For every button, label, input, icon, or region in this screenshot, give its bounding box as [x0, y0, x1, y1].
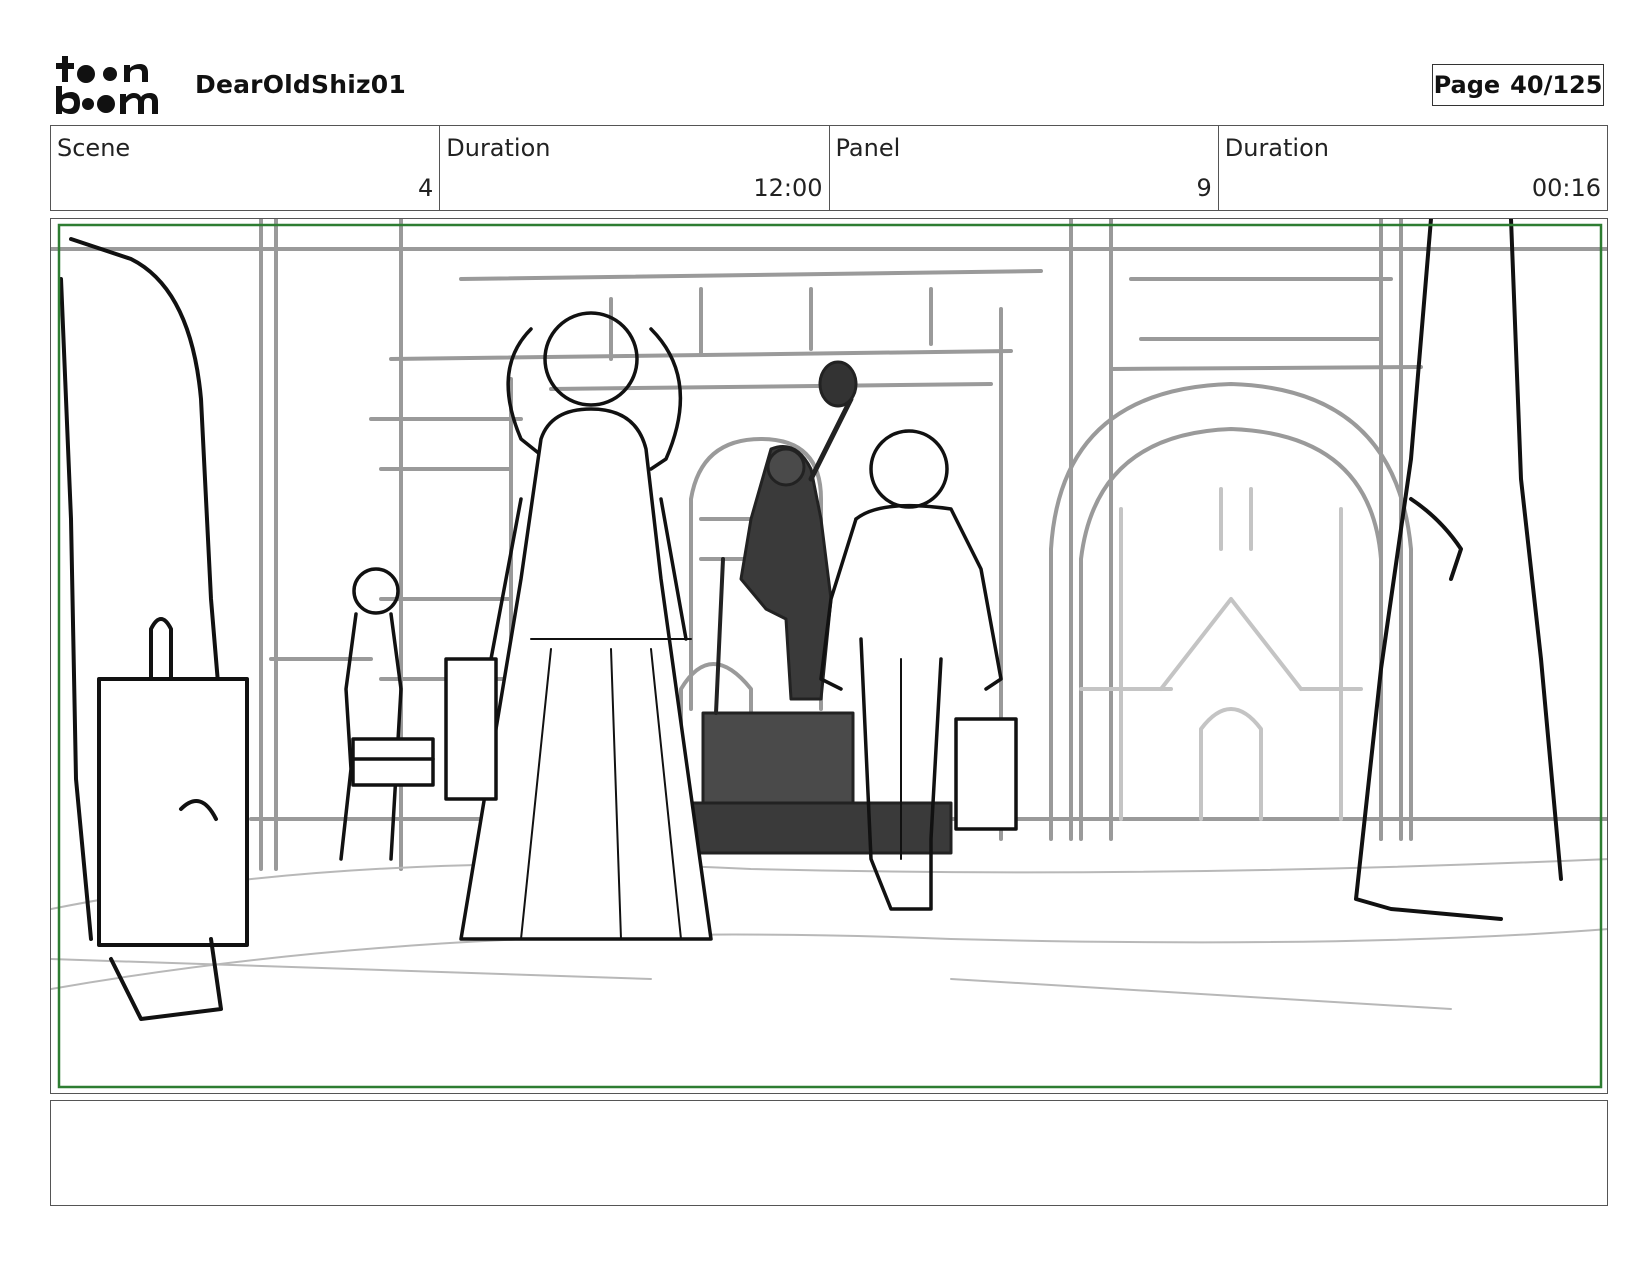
page-number: 40/125 [1510, 71, 1603, 99]
scene-value: 4 [417, 174, 434, 202]
scene-duration-label: Duration [446, 134, 551, 162]
storyboard-sketch [51, 219, 1607, 1089]
panel-notes-box [50, 1100, 1608, 1206]
scene-duration-value: 12:00 [753, 174, 823, 202]
statue [669, 360, 953, 855]
scene-duration-cell: Duration 12:00 [440, 126, 830, 210]
panel-duration-value: 00:16 [1531, 174, 1601, 202]
distant-gate [1079, 487, 1363, 821]
panel-cell: Panel 9 [830, 126, 1219, 210]
scene-label: Scene [57, 134, 131, 162]
toon-boom-logo [56, 56, 158, 114]
panel-duration-cell: Duration 00:16 [1219, 126, 1607, 210]
small-boy [339, 567, 435, 861]
page-indicator: Page 40/125 [1432, 64, 1604, 106]
panel-duration-label: Duration [1224, 134, 1329, 162]
scene-cell: Scene 4 [51, 126, 441, 210]
panel-value: 9 [1196, 174, 1212, 202]
panel-info-table: Scene 4 Duration 12:00 Panel 9 Duration … [50, 125, 1608, 211]
project-title: DearOldShiz01 [195, 70, 406, 99]
storyboard-panel [50, 218, 1608, 1094]
panel-label: Panel [835, 134, 901, 162]
foreground-right-figure [1354, 219, 1563, 921]
girl [444, 311, 713, 941]
page-label: Page [1433, 71, 1501, 99]
foreground-left-figure [59, 237, 249, 1021]
floor [51, 858, 1607, 1010]
